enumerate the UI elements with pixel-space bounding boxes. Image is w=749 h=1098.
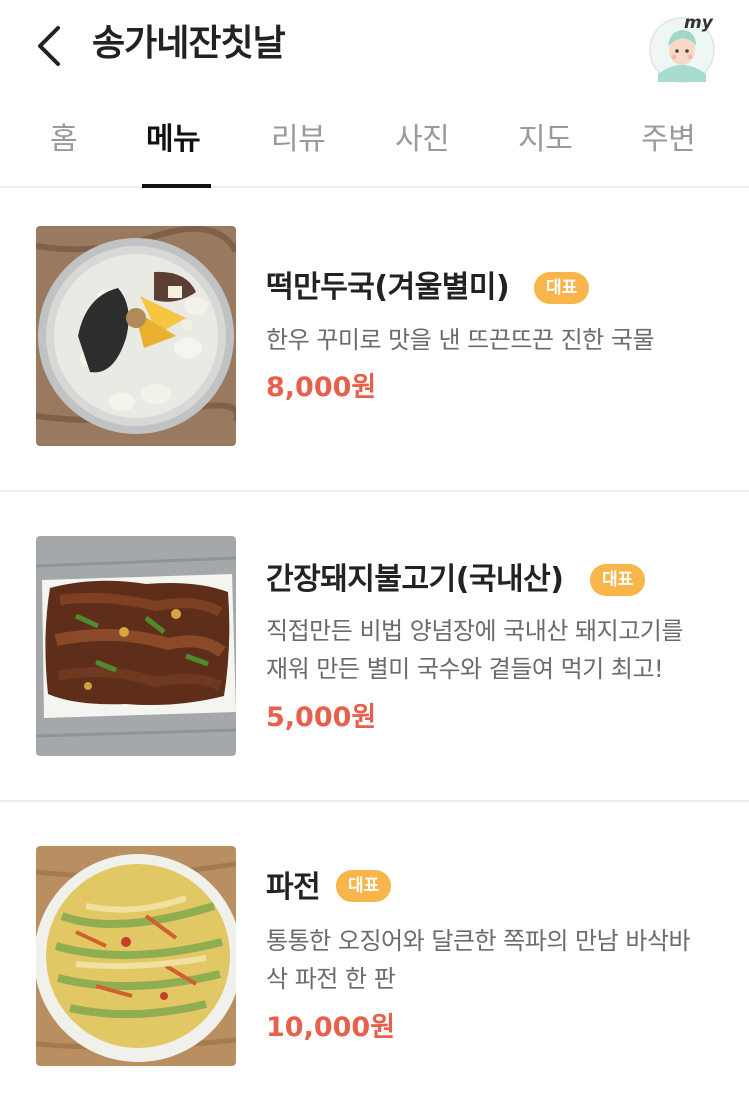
item-divider: [0, 490, 749, 492]
menu-item-photo: [36, 846, 236, 1066]
my-profile-button[interactable]: my: [648, 12, 720, 84]
menu-item[interactable]: 떡만두국(겨울별미) 대표 한우 꾸미로 맛을 낸 뜨끈뜨끈 진한 국물 8,0…: [0, 226, 749, 446]
description-line: 직접만든 비법 양념장에 국내산 돼지고기를: [266, 617, 683, 645]
tab-nearby[interactable]: 주변: [641, 120, 696, 160]
tab-menu[interactable]: 메뉴: [146, 120, 201, 160]
item-divider: [0, 800, 749, 802]
signature-badge: 대표: [336, 870, 392, 902]
menu-item[interactable]: 파전 대표 통통한 오징어와 달큰한 쪽파의 만남 바삭바 삭 파전 한 판 1…: [0, 846, 749, 1066]
menu-item[interactable]: 간장돼지불고기(국내산) 대표 직접만든 비법 양념장에 국내산 돼지고기를 재…: [0, 536, 749, 756]
menu-item-photo: [36, 226, 236, 446]
bulgogi-image: [36, 536, 236, 756]
menu-item-price: 8,000원: [266, 372, 377, 403]
tab-bar: 홈 메뉴 리뷰 사진 지도 주변: [0, 100, 749, 188]
tab-photos[interactable]: 사진: [395, 120, 450, 160]
page-title: 송가네잔칫날: [92, 23, 286, 64]
menu-item-description: 한우 꾸미로 맛을 낸 뜨끈뜨끈 진한 국물: [266, 321, 726, 359]
tab-reviews[interactable]: 리뷰: [271, 120, 326, 160]
back-button[interactable]: [28, 22, 72, 70]
description-line: 통통한 오징어와 달큰한 쪽파의 만남 바삭바: [266, 927, 691, 955]
menu-item-description: 통통한 오징어와 달큰한 쪽파의 만남 바삭바 삭 파전 한 판: [266, 922, 726, 998]
menu-item-name: 떡만두국(겨울별미): [266, 270, 510, 305]
menu-item-description: 직접만든 비법 양념장에 국내산 돼지고기를 재워 만든 별미 국수와 곁들여 …: [266, 612, 726, 688]
my-label: my: [684, 13, 714, 33]
active-tab-indicator: [142, 184, 211, 188]
pajeon-image: [36, 846, 236, 1066]
menu-item-name: 파전: [266, 870, 321, 905]
avatar: my: [649, 13, 715, 83]
tab-home[interactable]: 홈: [50, 120, 78, 160]
menu-item-name: 간장돼지불고기(국내산): [266, 562, 564, 597]
signature-badge: 대표: [590, 564, 646, 596]
app-header: 송가네잔칫날 my: [0, 0, 749, 92]
rice-cake-dumpling-soup-image: [36, 226, 236, 446]
description-line: 한우 꾸미로 맛을 낸 뜨끈뜨끈 진한 국물: [266, 326, 655, 354]
menu-item-price: 10,000원: [266, 1012, 396, 1043]
description-line: 재워 만든 별미 국수와 곁들여 먹기 최고!: [266, 655, 664, 683]
menu-item-photo: [36, 536, 236, 756]
signature-badge: 대표: [534, 272, 590, 304]
description-line: 삭 파전 한 판: [266, 965, 396, 993]
chevron-left-icon: [38, 26, 60, 66]
tab-map[interactable]: 지도: [518, 120, 573, 160]
menu-item-price: 5,000원: [266, 702, 377, 733]
